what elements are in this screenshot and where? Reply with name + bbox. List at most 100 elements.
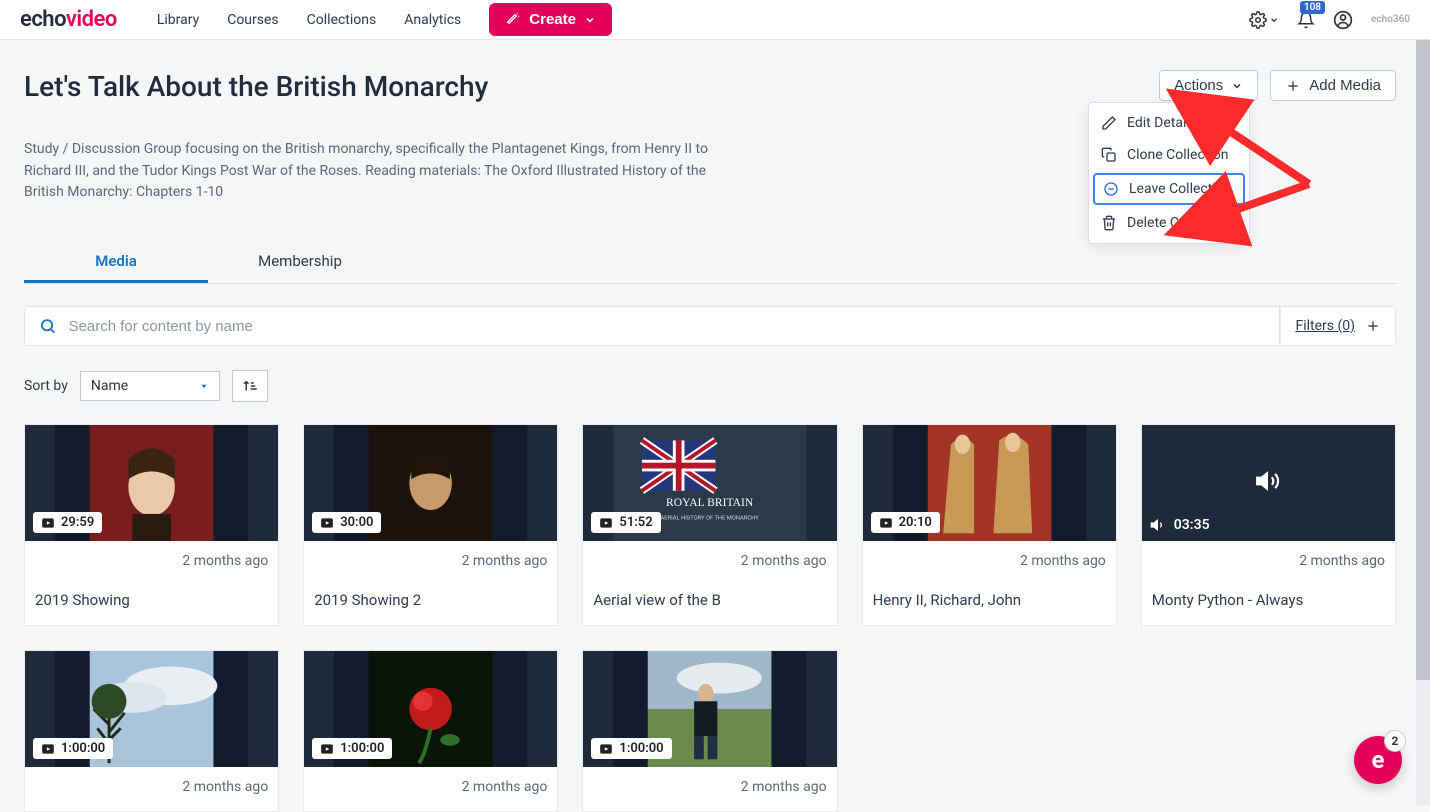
svg-text:ROYAL BRITAIN: ROYAL BRITAIN bbox=[666, 496, 754, 509]
fab-icon: e bbox=[1372, 746, 1385, 774]
top-right: 108 echo360 bbox=[1249, 10, 1410, 30]
menu-edit-details[interactable]: Edit Details bbox=[1089, 107, 1249, 139]
duration-badge: 29:59 bbox=[33, 512, 102, 533]
media-card[interactable]: 03:352 months agoMonty Python - Always bbox=[1141, 424, 1396, 626]
scrollbar-handle[interactable] bbox=[1416, 40, 1430, 680]
card-timestamp: 2 months ago bbox=[593, 553, 826, 569]
play-icon bbox=[599, 516, 613, 530]
menu-leave-collection[interactable]: Leave Collection bbox=[1093, 173, 1245, 205]
media-thumbnail[interactable]: 30:00 bbox=[304, 425, 557, 541]
filters-button[interactable]: Filters (0) bbox=[1280, 306, 1396, 346]
chevron-down-icon bbox=[1231, 80, 1243, 92]
clone-icon bbox=[1101, 147, 1117, 163]
media-card[interactable]: 1:00:00 2 months ago bbox=[24, 650, 279, 812]
media-thumbnail[interactable]: 29:59 bbox=[25, 425, 278, 541]
card-timestamp: 2 months ago bbox=[314, 779, 547, 795]
plus-icon bbox=[1365, 318, 1381, 334]
card-meta: 2 months ago Aerial view of the B bbox=[583, 541, 836, 625]
header-actions: Actions Add Media Edit Details Clone Col… bbox=[1159, 70, 1396, 101]
duration-badge: 1:00:00 bbox=[312, 738, 392, 759]
card-meta: 2 months ago bbox=[583, 767, 836, 811]
add-media-label: Add Media bbox=[1309, 77, 1381, 94]
nav-courses[interactable]: Courses bbox=[227, 12, 278, 28]
actions-button[interactable]: Actions bbox=[1159, 70, 1258, 101]
card-meta: 2 months ago bbox=[25, 767, 278, 811]
card-meta: 2 months agoMonty Python - Always bbox=[1142, 541, 1395, 625]
account-button[interactable] bbox=[1333, 10, 1353, 30]
card-meta: 2 months ago2019 Showing bbox=[25, 541, 278, 625]
nav-library[interactable]: Library bbox=[157, 12, 199, 28]
play-icon bbox=[41, 742, 55, 756]
svg-text:AERIAL HISTORY OF THE MONARCHY: AERIAL HISTORY OF THE MONARCHY bbox=[661, 516, 760, 522]
chat-fab[interactable]: e 2 bbox=[1354, 736, 1402, 784]
card-meta: 2 months ago2019 Showing 2 bbox=[304, 541, 557, 625]
media-thumbnail[interactable]: 1:00:00 bbox=[583, 651, 836, 767]
media-card[interactable]: 30:00 2 months ago2019 Showing 2 bbox=[303, 424, 558, 626]
user-circle-icon bbox=[1333, 10, 1353, 30]
create-button[interactable]: Create bbox=[489, 3, 612, 36]
duration-text: 51:52 bbox=[619, 515, 652, 530]
duration-text: 30:00 bbox=[340, 515, 373, 530]
card-timestamp: 2 months ago bbox=[35, 553, 268, 569]
nav-collections[interactable]: Collections bbox=[307, 12, 377, 28]
brand-mark: echo360 bbox=[1371, 14, 1410, 25]
magic-wand-icon bbox=[505, 12, 521, 28]
duration-text: 29:59 bbox=[61, 515, 94, 530]
play-icon bbox=[320, 516, 334, 530]
play-icon bbox=[879, 516, 893, 530]
page-title: Let's Talk About the British Monarchy bbox=[24, 70, 488, 103]
page-description: Study / Discussion Group focusing on the… bbox=[24, 139, 724, 204]
topbar: echovideo Library Courses Collections An… bbox=[0, 0, 1430, 40]
settings-button[interactable] bbox=[1249, 11, 1279, 29]
logo[interactable]: echovideo bbox=[20, 7, 117, 32]
media-grid: 29:59 2 months ago2019 Showing 30:00 2 mont… bbox=[24, 424, 1396, 812]
sort-direction-button[interactable] bbox=[232, 370, 268, 402]
menu-label: Leave Collection bbox=[1129, 181, 1231, 197]
media-thumbnail[interactable]: 03:35 bbox=[1142, 425, 1395, 541]
actions-dropdown: Edit Details Clone Collection Leave Coll… bbox=[1088, 102, 1250, 244]
media-thumbnail[interactable]: 1:00:00 bbox=[304, 651, 557, 767]
plus-icon bbox=[1285, 78, 1301, 94]
volume-icon bbox=[1150, 517, 1166, 533]
menu-clone-collection[interactable]: Clone Collection bbox=[1089, 139, 1249, 171]
notifications-button[interactable]: 108 bbox=[1297, 11, 1315, 29]
tab-membership[interactable]: Membership bbox=[208, 242, 392, 283]
play-icon bbox=[41, 516, 55, 530]
card-title: Aerial view of the B bbox=[593, 591, 826, 609]
card-timestamp: 2 months ago bbox=[593, 779, 826, 795]
menu-delete-collection[interactable]: Delete Collection bbox=[1089, 207, 1249, 239]
menu-label: Clone Collection bbox=[1127, 147, 1229, 163]
sort-value: Name bbox=[91, 378, 128, 394]
media-thumbnail[interactable]: 20:10 bbox=[863, 425, 1116, 541]
sort-select[interactable]: Name bbox=[80, 371, 220, 401]
chevron-down-icon bbox=[584, 14, 596, 26]
media-card[interactable]: 1:00:00 2 months ago bbox=[582, 650, 837, 812]
media-thumbnail[interactable]: 1:00:00 bbox=[25, 651, 278, 767]
search-box bbox=[24, 306, 1280, 346]
nav-analytics[interactable]: Analytics bbox=[404, 12, 461, 28]
media-card[interactable]: 20:10 2 months agoHenry II, Richard, John bbox=[862, 424, 1117, 626]
scrollbar-track[interactable] bbox=[1416, 40, 1430, 806]
sort-row: Sort by Name bbox=[24, 370, 1396, 402]
main-nav: Library Courses Collections Analytics Cr… bbox=[157, 3, 612, 36]
duration-badge: 51:52 bbox=[591, 512, 660, 533]
card-title: Henry II, Richard, John bbox=[873, 591, 1106, 609]
add-media-button[interactable]: Add Media bbox=[1270, 70, 1396, 101]
search-input[interactable] bbox=[69, 318, 1266, 335]
play-icon bbox=[320, 742, 334, 756]
search-icon bbox=[39, 317, 57, 335]
duration-badge: 20:10 bbox=[871, 512, 940, 533]
media-card[interactable]: 29:59 2 months ago2019 Showing bbox=[24, 424, 279, 626]
media-card[interactable]: 1:00:00 2 months ago bbox=[303, 650, 558, 812]
card-meta: 2 months agoHenry II, Richard, John bbox=[863, 541, 1116, 625]
media-thumbnail[interactable]: ROYAL BRITAIN AERIAL HISTORY OF THE MONAR… bbox=[583, 425, 836, 541]
media-card[interactable]: ROYAL BRITAIN AERIAL HISTORY OF THE MONAR… bbox=[582, 424, 837, 626]
duration-text: 1:00:00 bbox=[61, 741, 105, 756]
card-title: Monty Python - Always bbox=[1152, 591, 1385, 609]
card-meta: 2 months ago bbox=[304, 767, 557, 811]
duration-badge: 30:00 bbox=[312, 512, 381, 533]
tab-media[interactable]: Media bbox=[24, 242, 208, 283]
fab-count: 2 bbox=[1384, 730, 1406, 752]
filters-label: Filters (0) bbox=[1295, 318, 1355, 334]
card-timestamp: 2 months ago bbox=[35, 779, 268, 795]
